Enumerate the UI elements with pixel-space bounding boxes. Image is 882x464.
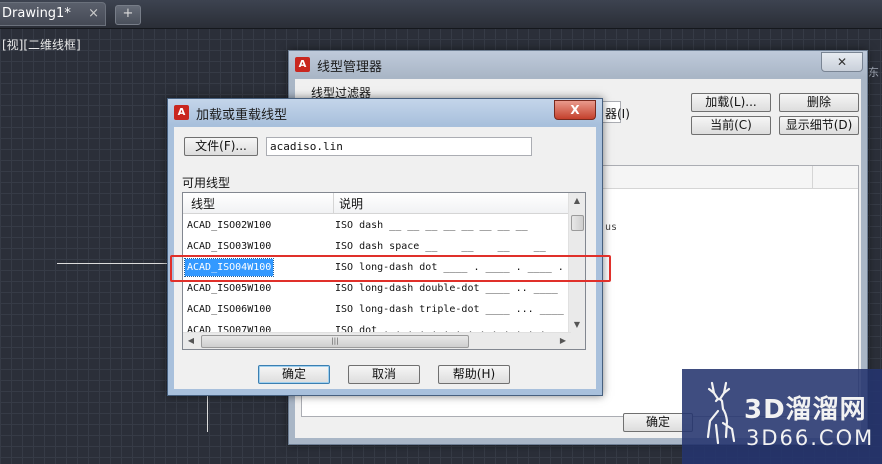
load-linetypes-titlebar[interactable]: A 加载或重载线型 X <box>168 99 602 125</box>
list-item[interactable]: ACAD_ISO03W100 ISO dash space __ __ __ _… <box>183 236 571 257</box>
scroll-corner <box>569 333 585 349</box>
list-item[interactable]: ACAD_ISO02W100 ISO dash __ __ __ __ __ _… <box>183 215 571 236</box>
watermark-title: 3D溜溜网 <box>744 395 867 425</box>
tab-close-icon[interactable]: × <box>88 3 99 25</box>
show-details-button[interactable]: 显示细节(D) <box>779 116 859 135</box>
current-button[interactable]: 当前(C) <box>691 116 771 135</box>
linetype-manager-titlebar[interactable]: A 线型管理器 ✕ <box>289 51 867 77</box>
highlight-annotation-box <box>170 255 611 282</box>
scroll-down-icon[interactable]: ▼ <box>569 317 585 333</box>
viewport-label[interactable]: [视][二维线框] <box>2 36 81 53</box>
ok-button[interactable]: 确定 <box>258 365 330 384</box>
file-button[interactable]: 文件(F)... <box>184 137 258 156</box>
load-button[interactable]: 加载(L)... <box>691 93 771 112</box>
load-linetypes-title: 加载或重载线型 <box>196 108 288 123</box>
tab-drawing1[interactable]: Drawing1* × <box>0 2 106 26</box>
horizontal-scroll-thumb[interactable]: ||| <box>201 335 469 348</box>
column-linetype[interactable]: 线型 <box>191 195 215 212</box>
watermark-logo: 3D溜溜网 3D66.COM <box>682 369 882 464</box>
linetype-manager-title: 线型管理器 <box>317 60 383 75</box>
cad-line-vertical <box>207 396 208 432</box>
invert-filter-label[interactable]: 器(I) <box>605 105 630 122</box>
list-header: 线型 说明 <box>183 193 571 214</box>
load-linetypes-dialog: A 加载或重载线型 X 文件(F)... acadiso.lin 可用线型 线型… <box>167 98 603 396</box>
available-linetypes-label: 可用线型 <box>182 176 231 190</box>
help-button[interactable]: 帮助(H) <box>438 365 510 384</box>
column-description[interactable]: 说明 <box>339 195 363 212</box>
cad-line-horizontal <box>57 263 169 264</box>
scroll-up-icon[interactable]: ▲ <box>569 193 585 209</box>
file-name-field[interactable]: acadiso.lin <box>266 137 532 156</box>
new-tab-button[interactable]: + <box>115 5 141 25</box>
load-linetypes-close-button[interactable]: X <box>554 100 596 120</box>
vertical-scroll-thumb[interactable] <box>571 215 584 231</box>
deer-icon <box>706 381 736 445</box>
list-item[interactable]: ACAD_ISO06W100 ISO long-dash triple-dot … <box>183 299 571 320</box>
tab-drawing1-label: Drawing1* <box>2 6 71 21</box>
viewcube-fragment: 东 <box>868 66 879 79</box>
document-tab-bar: Drawing1* × + <box>0 0 882 29</box>
scroll-left-icon[interactable]: ◀ <box>183 333 199 349</box>
horizontal-scrollbar[interactable]: ◀ ||| ▶ <box>183 332 571 349</box>
linetype-manager-close-button[interactable]: ✕ <box>821 52 863 72</box>
watermark-url: 3D66.COM <box>746 426 875 450</box>
autocad-icon: A <box>174 105 189 120</box>
autocad-icon: A <box>295 57 310 72</box>
back-list-fragment: us <box>605 222 618 233</box>
cancel-button[interactable]: 取消 <box>348 365 420 384</box>
delete-button[interactable]: 删除 <box>779 93 859 112</box>
